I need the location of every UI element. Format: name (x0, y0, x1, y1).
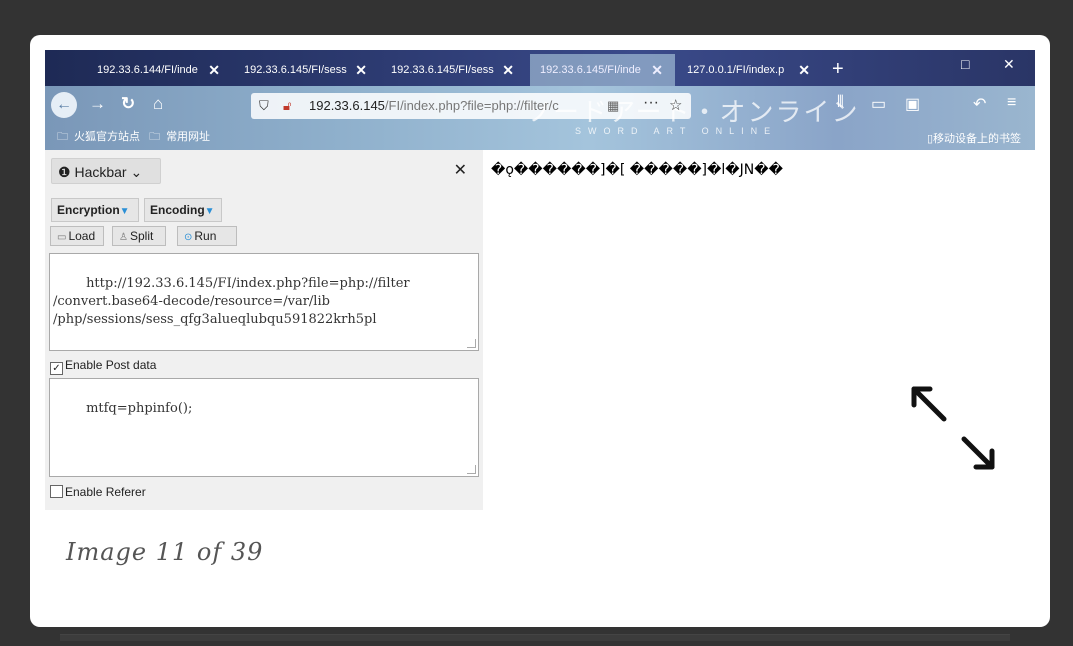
url-bar[interactable]: ⛉ 🔓︎ 192.33.6.145/FI/index.php?file=php:… (251, 93, 691, 119)
nav-toolbar: ← → ↻ ⌂ ソードアート・オンライン SWORD ART ONLINE ⛉ … (45, 86, 1035, 150)
hackbar-menu[interactable]: ❶ Hackbar ⌄ (51, 158, 161, 184)
theme-banner-subtitle: SWORD ART ONLINE (575, 126, 778, 136)
undo-icon[interactable]: ↶ (973, 94, 986, 114)
new-tab-icon[interactable]: + (832, 54, 844, 84)
star-icon[interactable]: ☆ (669, 93, 682, 119)
bookmarks-bar: 🗀︎ 火狐官方站点 🗀︎ 常用网址 (57, 128, 216, 147)
load-label: Load (68, 229, 96, 243)
lightbox-card: 192.33.6.144/FI/inde ✕ 192.33.6.145/FI/se… (30, 35, 1050, 627)
encoding-label: Encoding (150, 203, 205, 217)
bookmark-folder-icon: 🗀︎ (149, 131, 161, 143)
image-counter: Image 11 of 39 (66, 538, 264, 566)
home-icon[interactable]: ⌂ (153, 94, 163, 114)
encryption-dropdown[interactable]: Encryption▼ (51, 198, 139, 222)
close-tab-icon[interactable]: ✕ (208, 54, 220, 86)
split-button[interactable]: ♙ Split (112, 226, 166, 246)
tab-label: 192.33.6.145/FI/sess (244, 64, 347, 76)
back-icon[interactable]: ← (51, 92, 77, 118)
sidebar-icon[interactable]: ▭ (871, 94, 886, 114)
split-icon: ♙ (119, 232, 128, 243)
url-textarea-value: http://192.33.6.145/FI/index.php?file=ph… (53, 276, 410, 327)
hackbar-panel: ❶ Hackbar ⌄ ✕ Encryption▼ Encoding▼ ▭ Loa… (45, 150, 483, 510)
tab-2[interactable]: 192.33.6.145/FI/sess ✕ (234, 54, 379, 86)
tab-1[interactable]: 192.33.6.144/FI/inde ✕ (87, 54, 232, 86)
mobile-bookmarks-label: 移动设备上的书签 (933, 133, 1021, 145)
encryption-label: Encryption (57, 203, 120, 217)
firefox-icon: ❶ (58, 164, 71, 180)
library-icon[interactable]: ⫴ (837, 94, 844, 112)
url-host: 192.33.6.145 (309, 98, 385, 113)
hackbar-title: Hackbar (74, 164, 127, 180)
split-label: Split (129, 229, 154, 243)
resize-arrows-icon[interactable] (908, 383, 1008, 483)
bookmark-item[interactable]: 火狐官方站点 (74, 131, 140, 143)
load-icon: ▭ (57, 232, 67, 243)
close-tab-icon[interactable]: ✕ (651, 54, 663, 86)
menu-icon[interactable]: ≡ (1007, 94, 1016, 112)
url-textarea[interactable]: http://192.33.6.145/FI/index.php?file=ph… (49, 253, 479, 351)
checkbox-checked-icon[interactable]: ✓ (50, 362, 63, 375)
resize-grip-icon[interactable] (467, 465, 476, 474)
url-text: 192.33.6.145/FI/index.php?file=php://fil… (309, 93, 559, 119)
close-icon[interactable]: ✕ (454, 160, 467, 180)
tab-5[interactable]: 127.0.0.1/FI/index.p ✕ (677, 54, 822, 86)
maximize-icon[interactable]: □ (961, 56, 969, 72)
run-icon: ⊙ (184, 232, 193, 243)
page-output-text: �ǫ������]�[ �����]�l�JN�� (491, 162, 783, 178)
qr-icon[interactable]: ▦ (607, 93, 619, 119)
url-path: /FI/index.php?file=php://filter/c (384, 98, 559, 113)
page-behind-strip (60, 634, 1010, 641)
run-button[interactable]: ⊙ Run (177, 226, 237, 246)
enable-referer-checkbox[interactable]: Enable Referer (50, 485, 146, 499)
close-tab-icon[interactable]: ✕ (355, 54, 367, 86)
tab-label: 192.33.6.144/FI/inde (97, 64, 198, 76)
extension-icon[interactable]: ▣ (905, 94, 920, 114)
close-tab-icon[interactable]: ✕ (798, 54, 810, 86)
resize-grip-icon[interactable] (467, 339, 476, 348)
tab-label: 192.33.6.145/FI/inde (540, 64, 641, 76)
enable-post-label: Enable Post data (65, 358, 157, 372)
mobile-bookmarks[interactable]: ▯移动设备上的书签 (927, 130, 1021, 146)
tab-strip: 192.33.6.144/FI/inde ✕ 192.33.6.145/FI/se… (45, 50, 1035, 86)
dropdown-arrow-icon: ▼ (119, 206, 130, 217)
tab-label: 127.0.0.1/FI/index.p (687, 64, 785, 76)
reload-icon[interactable]: ↻ (121, 94, 135, 114)
close-window-icon[interactable]: ✕ (1003, 56, 1015, 73)
close-tab-icon[interactable]: ✕ (502, 54, 514, 86)
post-data-textarea[interactable]: mtfq=phpinfo(); (49, 378, 479, 477)
tab-3[interactable]: 192.33.6.145/FI/sess ✕ (381, 54, 526, 86)
shield-icon[interactable]: ⛉ (259, 93, 269, 119)
enable-referer-label: Enable Referer (65, 485, 146, 499)
load-button[interactable]: ▭ Load (50, 226, 104, 246)
encoding-dropdown[interactable]: Encoding▼ (144, 198, 222, 222)
bookmark-folder-icon: 🗀︎ (57, 131, 68, 143)
post-data-value: mtfq=phpinfo(); (86, 401, 193, 416)
tab-4-active[interactable]: 192.33.6.145/FI/inde ✕ (530, 54, 675, 86)
lock-icon[interactable]: 🔓︎ (283, 93, 291, 119)
more-icon[interactable]: ··· (643, 90, 659, 116)
dropdown-arrow-icon: ▼ (204, 206, 215, 217)
tab-label: 192.33.6.145/FI/sess (391, 64, 494, 76)
browser-screenshot: 192.33.6.144/FI/inde ✕ 192.33.6.145/FI/se… (45, 50, 1035, 510)
forward-icon[interactable]: → (89, 94, 106, 114)
checkbox-unchecked-icon[interactable] (50, 485, 63, 498)
chevron-down-icon: ⌄ (130, 164, 143, 180)
enable-post-checkbox[interactable]: ✓ Enable Post data (50, 358, 156, 375)
bookmark-item[interactable]: 常用网址 (166, 131, 210, 143)
run-label: Run (194, 229, 217, 243)
